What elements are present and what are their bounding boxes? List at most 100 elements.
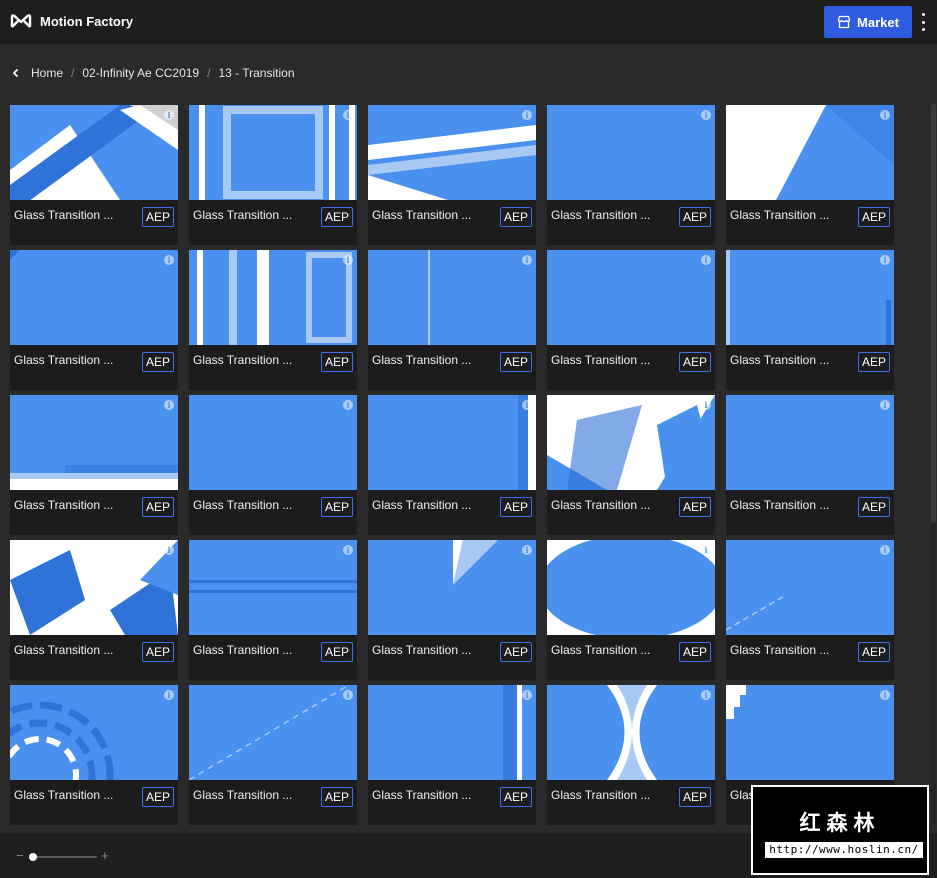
asset-title: Glass Transition ...: [14, 643, 114, 657]
aep-badge: AEP: [141, 207, 174, 227]
asset-card[interactable]: i Glass Transition ... AEP: [547, 540, 715, 680]
asset-thumbnail: i: [547, 105, 715, 200]
asset-card[interactable]: i Glass Transition ... AEP: [189, 540, 357, 680]
info-icon[interactable]: i: [164, 255, 174, 265]
thumbnail-art: [453, 540, 498, 585]
asset-card[interactable]: i Glass Transition ... AEP: [726, 250, 894, 390]
info-icon[interactable]: i: [701, 690, 711, 700]
breadcrumb-separator: /: [71, 66, 75, 80]
asset-thumbnail: i: [726, 540, 894, 635]
aep-badge: AEP: [320, 787, 353, 807]
aep-badge: AEP: [320, 497, 353, 517]
info-icon[interactable]: i: [343, 255, 353, 265]
info-icon[interactable]: i: [164, 110, 174, 120]
motion-factory-logo-icon: [10, 14, 32, 28]
asset-thumbnail: i: [368, 395, 536, 490]
zoom-slider-track[interactable]: [31, 856, 97, 858]
breadcrumb-item-folder[interactable]: 02-Infinity Ae CC2019: [82, 66, 199, 80]
aep-badge: AEP: [857, 352, 890, 372]
asset-card[interactable]: i Glass Transition ... AEP: [726, 395, 894, 535]
asset-card[interactable]: i Glass Transition ... AEP: [189, 105, 357, 245]
vertical-scrollbar[interactable]: [931, 103, 936, 825]
asset-card[interactable]: i Glass Transition ... AEP: [368, 395, 536, 535]
info-icon[interactable]: i: [164, 545, 174, 555]
info-icon[interactable]: i: [701, 255, 711, 265]
info-icon[interactable]: i: [522, 110, 532, 120]
watermark: 红森林 http://www.hoslin.cn/: [751, 785, 929, 875]
thumbnail-art: [726, 250, 891, 345]
info-icon[interactable]: i: [880, 255, 890, 265]
info-icon[interactable]: i: [522, 400, 532, 410]
info-icon[interactable]: i: [522, 545, 532, 555]
zoom-out-button[interactable]: −: [16, 849, 25, 863]
asset-card[interactable]: i Glass Transition ... AEP: [368, 250, 536, 390]
info-icon[interactable]: i: [343, 400, 353, 410]
asset-card[interactable]: i Glass Transition ... AEP: [368, 540, 536, 680]
asset-card[interactable]: i Glass Transition ... AEP: [547, 105, 715, 245]
aep-badge: AEP: [141, 642, 174, 662]
asset-title: Glass Transition ...: [551, 208, 651, 222]
info-icon[interactable]: i: [880, 545, 890, 555]
asset-title: Glass Transition ...: [14, 498, 114, 512]
info-icon[interactable]: i: [343, 690, 353, 700]
asset-card[interactable]: i Glass Transition ... AEP: [10, 685, 178, 825]
market-button[interactable]: Market: [824, 6, 912, 38]
thumbnail-art: [726, 594, 787, 631]
thumbnail-art: [10, 701, 114, 780]
info-icon[interactable]: i: [343, 110, 353, 120]
asset-card[interactable]: i Glass Transition ... AEP: [10, 395, 178, 535]
info-icon[interactable]: i: [343, 545, 353, 555]
aep-badge: AEP: [499, 207, 532, 227]
info-icon[interactable]: i: [164, 400, 174, 410]
asset-title: Glass Transition ...: [372, 788, 472, 802]
asset-card[interactable]: i Glass Transition ... AEP: [10, 540, 178, 680]
info-icon[interactable]: i: [701, 400, 711, 410]
asset-card[interactable]: i Glass Transition ... AEP: [547, 395, 715, 535]
asset-card[interactable]: i Glass Transition ... AEP: [189, 395, 357, 535]
aep-badge: AEP: [678, 497, 711, 517]
thumbnail-art: [10, 465, 178, 490]
info-icon[interactable]: i: [522, 255, 532, 265]
app-title: Motion Factory: [40, 14, 134, 29]
asset-thumbnail: i: [189, 105, 357, 200]
asset-card[interactable]: i Glass Transition ... AEP: [726, 540, 894, 680]
aep-badge: AEP: [678, 207, 711, 227]
info-icon[interactable]: i: [164, 690, 174, 700]
zoom-in-button[interactable]: +: [101, 849, 111, 863]
asset-title: Glass Transition ...: [551, 498, 651, 512]
asset-title: Glass Transition ...: [372, 498, 472, 512]
info-icon[interactable]: i: [880, 110, 890, 120]
breadcrumb-item-home[interactable]: Home: [31, 66, 63, 80]
asset-thumbnail: i: [547, 685, 715, 780]
asset-title: Glass Transition ...: [730, 208, 830, 222]
asset-title: Glass Transition ...: [14, 353, 114, 367]
asset-thumbnail: i: [726, 105, 894, 200]
asset-card[interactable]: i Glass Transition ... AEP: [547, 685, 715, 825]
asset-title: Glass Transition ...: [372, 643, 472, 657]
asset-card[interactable]: i Glass Transition ... AEP: [547, 250, 715, 390]
scrollbar-thumb[interactable]: [931, 103, 936, 523]
asset-card[interactable]: i Glass Transition ... AEP: [368, 105, 536, 245]
aep-badge: AEP: [857, 207, 890, 227]
aep-badge: AEP: [499, 352, 532, 372]
info-icon[interactable]: i: [880, 690, 890, 700]
asset-card[interactable]: i Glass Transition ... AEP: [368, 685, 536, 825]
chevron-left-icon[interactable]: [10, 67, 22, 79]
kebab-menu-icon[interactable]: [918, 13, 928, 31]
asset-card[interactable]: i Glass Transition ... AEP: [189, 250, 357, 390]
thumbnail-art: [189, 685, 350, 780]
info-icon[interactable]: i: [880, 400, 890, 410]
thumbnail-art: [189, 395, 357, 490]
info-icon[interactable]: i: [701, 110, 711, 120]
zoom-slider-handle[interactable]: [29, 853, 37, 861]
asset-card[interactable]: i Glass Transition ... AEP: [10, 250, 178, 390]
asset-card[interactable]: i Glass Transition ... AEP: [189, 685, 357, 825]
info-icon[interactable]: i: [701, 545, 711, 555]
asset-thumbnail: i: [10, 685, 178, 780]
thumbnail-art: [547, 105, 715, 200]
asset-card[interactable]: i Glass Transition ... AEP: [10, 105, 178, 245]
asset-thumbnail: i: [10, 250, 178, 345]
thumbnail-art: [368, 125, 536, 200]
asset-card[interactable]: i Glass Transition ... AEP: [726, 105, 894, 245]
info-icon[interactable]: i: [522, 690, 532, 700]
